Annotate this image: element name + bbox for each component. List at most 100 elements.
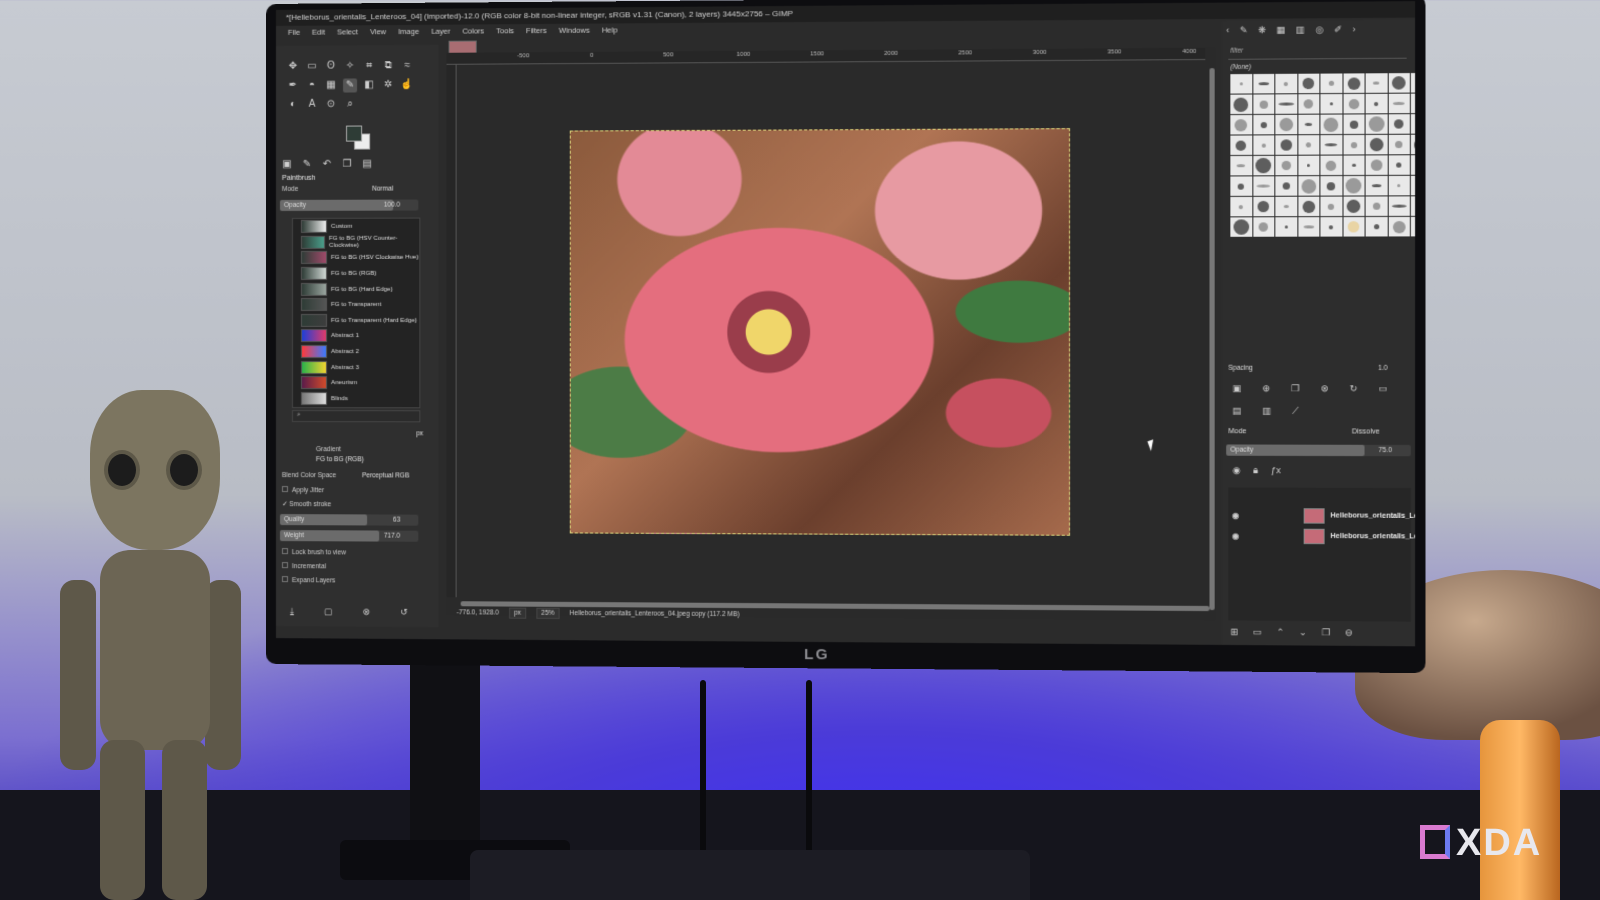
brush-preview[interactable] <box>1342 73 1365 93</box>
gradient-item[interactable]: FG to Transparent (Hard Edge) <box>293 312 419 328</box>
brush-preview[interactable] <box>1275 196 1297 217</box>
move-icon[interactable]: ✥ <box>286 60 300 74</box>
eye-icon[interactable]: ◉ <box>1230 531 1240 540</box>
brush-preview[interactable] <box>1388 155 1410 175</box>
lock-icon[interactable]: 🔒︎ <box>1253 465 1258 476</box>
brush-preview[interactable] <box>1252 155 1275 176</box>
path-icon[interactable]: ✒ <box>286 79 300 93</box>
brush-preview[interactable] <box>1320 155 1342 176</box>
lower-layer-icon[interactable]: ⌄ <box>1299 627 1307 638</box>
document-tab-icon[interactable]: ▤ <box>362 158 372 170</box>
brush-preview[interactable] <box>1320 176 1342 196</box>
brush-filter-input[interactable]: filter <box>1228 46 1407 60</box>
brush-preview[interactable] <box>1230 94 1252 115</box>
incremental-checkbox[interactable]: Incremental <box>281 562 326 570</box>
layers-tab-icon[interactable]: ▤ <box>1232 406 1241 417</box>
undo-history-tab-icon[interactable]: ↶ <box>322 158 332 170</box>
delete-layer-icon[interactable]: ⊖ <box>1345 627 1353 638</box>
gradient-item[interactable]: FG to Transparent <box>293 297 419 313</box>
mode-dropdown[interactable]: Normal <box>372 186 393 193</box>
brush-preview[interactable] <box>1365 114 1388 134</box>
tool-presets-tab-icon[interactable]: ✐ <box>1334 24 1342 35</box>
brush-preview[interactable] <box>1320 135 1342 155</box>
brush-preview[interactable] <box>1275 135 1297 155</box>
duplicate-brush-icon[interactable]: ❐ <box>1291 383 1299 394</box>
palettes-tab-icon[interactable]: ▥ <box>1296 25 1305 36</box>
clone-icon[interactable]: ✲ <box>381 78 395 92</box>
brush-preview[interactable] <box>1365 155 1388 175</box>
brush-preview[interactable] <box>1342 93 1365 114</box>
color-picker-icon[interactable]: ⊙ <box>324 98 338 112</box>
gradient-item[interactable]: Abstract 1 <box>293 328 419 344</box>
image-canvas-hellebore-photo[interactable] <box>569 128 1071 536</box>
unit-dropdown[interactable]: px <box>416 430 423 437</box>
brush-preview[interactable] <box>1342 175 1365 196</box>
tool-options-tab-icon[interactable]: ▣ <box>282 158 292 170</box>
brush-preview[interactable] <box>1388 73 1410 93</box>
brush-preview[interactable] <box>1320 196 1342 217</box>
menu-windows[interactable]: Windows <box>559 26 590 40</box>
warp-icon[interactable]: ≈ <box>400 59 414 73</box>
blend-space-dropdown[interactable]: Perceptual RGB <box>362 472 409 479</box>
brush-preview[interactable] <box>1230 135 1252 155</box>
brush-preview[interactable] <box>1388 175 1410 196</box>
foreground-color-swatch[interactable] <box>346 125 363 142</box>
brush-preview[interactable] <box>1252 217 1275 237</box>
layer-mode-dropdown[interactable]: Dissolve <box>1352 428 1380 435</box>
brush-preview[interactable] <box>1297 135 1320 155</box>
brush-preview[interactable] <box>1275 217 1297 237</box>
brush-preview[interactable] <box>1275 176 1297 196</box>
brush-preview[interactable] <box>1342 196 1365 217</box>
spacing-row[interactable]: Spacing 1.0 <box>1228 365 1406 372</box>
brush-preview[interactable] <box>1252 196 1275 217</box>
gradient-item[interactable]: Blinds <box>293 391 419 407</box>
gradient-item[interactable]: FG to BG (RGB) <box>293 266 419 282</box>
brush-preview[interactable] <box>1410 216 1416 237</box>
menu-colors[interactable]: Colors <box>462 26 484 40</box>
lasso-icon[interactable]: ʘ <box>324 60 338 74</box>
layer-row[interactable]: ◉ Helleborus_orientalis_Lenter <box>1230 526 1415 545</box>
vertical-scrollbar[interactable] <box>1209 68 1215 611</box>
gradient-icon[interactable]: ▦ <box>324 79 338 93</box>
zoom-selector[interactable]: 25% <box>536 607 560 619</box>
menu-image[interactable]: Image <box>398 27 419 41</box>
brush-preview[interactable] <box>1388 216 1410 237</box>
brush-preview[interactable] <box>1410 196 1416 216</box>
brush-preview[interactable] <box>1275 94 1297 114</box>
brush-preview[interactable] <box>1297 94 1320 114</box>
device-status-tab-icon[interactable]: ✎ <box>302 158 312 170</box>
lock-brush-checkbox[interactable]: Lock brush to view <box>281 548 346 556</box>
reset-options-icon[interactable]: ↺ <box>400 607 408 618</box>
smooth-stroke-checkbox[interactable]: ✓ Smooth stroke <box>282 500 331 508</box>
refresh-brushes-icon[interactable]: ↻ <box>1350 383 1358 394</box>
weight-slider[interactable]: Weight 717.0 <box>279 530 419 542</box>
layer-opacity-slider[interactable]: Opacity 75.0 <box>1226 444 1411 457</box>
brush-preview[interactable] <box>1297 73 1320 94</box>
layer-row[interactable]: ◉ Helleborus_orientalis_Lenter <box>1230 506 1415 525</box>
gradient-item[interactable]: FG to BG (Hard Edge) <box>293 281 419 297</box>
brush-preview[interactable] <box>1388 114 1410 134</box>
expand-layers-checkbox[interactable]: Expand Layers <box>281 576 335 584</box>
menu-layer[interactable]: Layer <box>431 27 450 41</box>
brush-preview[interactable] <box>1320 217 1342 237</box>
gradient-search-field[interactable]: ⌕ <box>291 410 421 423</box>
brush-preview[interactable] <box>1275 114 1297 135</box>
brush-preview[interactable] <box>1342 217 1365 237</box>
brush-preview[interactable] <box>1342 155 1365 176</box>
gradient-item[interactable]: Abstract 2 <box>293 344 419 360</box>
brush-preview[interactable] <box>1297 217 1320 237</box>
brush-preview[interactable] <box>1388 196 1410 216</box>
duplicate-layer-icon[interactable]: ❐ <box>1322 627 1330 638</box>
fg-bg-colors[interactable] <box>346 125 372 151</box>
delete-options-icon[interactable]: ⊗ <box>363 607 371 618</box>
eraser-icon[interactable]: ◧ <box>362 78 376 92</box>
brush-preview[interactable] <box>1230 196 1252 217</box>
brush-preview[interactable] <box>1275 73 1297 94</box>
brush-preview[interactable] <box>1365 196 1388 216</box>
gradient-item[interactable]: FG to BG (HSV Counter-Clockwise) <box>293 234 419 250</box>
brush-preview[interactable] <box>1252 73 1275 94</box>
new-layer-icon[interactable]: ⊞ <box>1230 627 1238 638</box>
brush-preview[interactable] <box>1297 155 1320 176</box>
brush-preview[interactable] <box>1320 114 1342 135</box>
brush-preview[interactable] <box>1388 93 1410 114</box>
